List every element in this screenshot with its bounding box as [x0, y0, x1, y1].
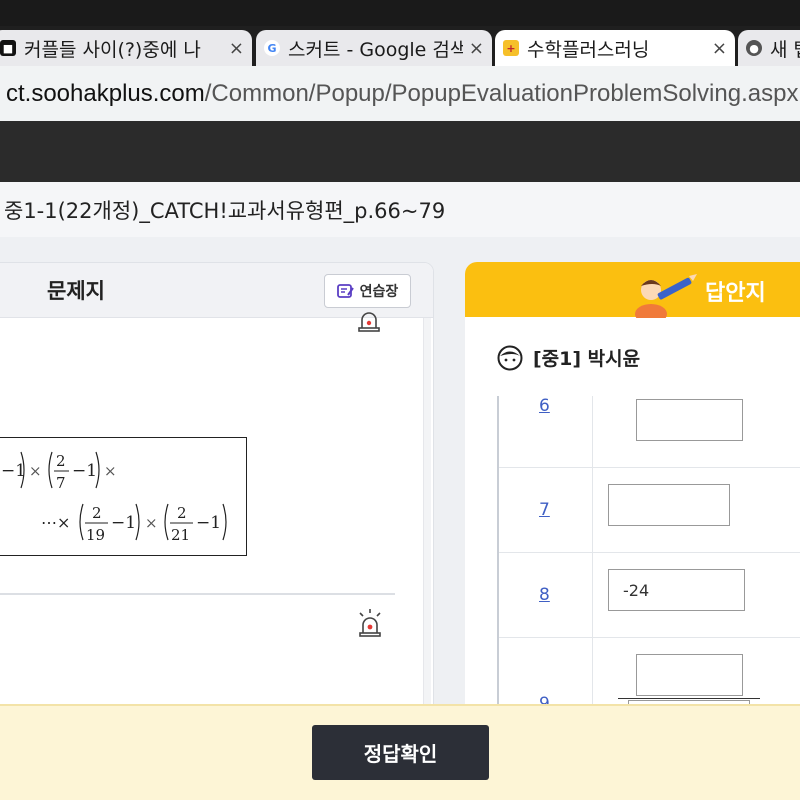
math-op: ×: [145, 514, 158, 532]
math-term: −1: [72, 461, 97, 481]
scrollbar[interactable]: [423, 318, 431, 721]
soohak-icon: +: [503, 40, 519, 56]
problem-divider: [0, 593, 395, 595]
math-frac-den: 19: [86, 526, 105, 544]
math-term: −1: [111, 513, 136, 533]
close-icon[interactable]: ×: [469, 38, 484, 59]
student-name: [중1] 박시윤: [533, 348, 641, 370]
math-expression: −1 × 2 7 −1 × ⋯× 2 19 −1 × 2 21 −1: [1, 451, 227, 544]
answer-row: 8 -24: [499, 553, 800, 638]
close-icon[interactable]: ×: [712, 38, 727, 59]
answer-number-link[interactable]: 6: [539, 396, 550, 416]
practice-button[interactable]: 연습장: [324, 274, 411, 308]
math-frac-num: 2: [56, 452, 66, 470]
math-op: ×: [104, 462, 117, 480]
row-separator: [592, 396, 593, 467]
alarm-icon[interactable]: [357, 608, 383, 638]
site-header: [0, 121, 800, 182]
window-top-strip: [0, 0, 800, 26]
math-frac-num: 2: [92, 504, 102, 522]
user-face-icon: [497, 345, 523, 370]
answer-number-link[interactable]: 7: [539, 500, 550, 520]
tab-title: 스커트 - Google 검색: [288, 38, 463, 61]
tab-title: 커플들 사이(?)중에 나: [24, 38, 201, 61]
doc-icon: ■: [0, 40, 16, 56]
math-frac-den: 7: [56, 474, 66, 492]
answer-input[interactable]: [608, 484, 730, 526]
student-pencil-icon: [635, 274, 697, 318]
tab-title: 새 탭: [770, 38, 800, 61]
answer-number-link[interactable]: 8: [539, 585, 550, 605]
google-icon: G: [264, 40, 280, 56]
answer-row: 7: [499, 468, 800, 553]
page-title-bar: 중1-1(22개정)_CATCH!교과서유형편_p.66~79: [0, 182, 800, 237]
tab-3-active[interactable]: + 수학플러스러닝 ×: [495, 30, 735, 66]
math-term: −1: [1, 461, 26, 481]
practice-button-label: 연습장: [359, 284, 399, 300]
tab-2[interactable]: G 스커트 - Google 검색 ×: [256, 30, 492, 66]
answer-panel: 답안지 [중1] 박시윤 6 7 8 -24 9: [465, 262, 800, 722]
tab-4[interactable]: ● 새 탭: [738, 30, 800, 66]
student-info: [중1] 박시윤: [497, 344, 640, 371]
answer-panel-header: 답안지: [465, 262, 800, 318]
row-separator: [592, 553, 593, 637]
url-host: ct.soohakplus.com: [6, 79, 205, 107]
alarm-icon[interactable]: [357, 306, 381, 332]
math-op: ×: [29, 462, 42, 480]
check-answer-label: 정답확인: [363, 742, 438, 766]
answer-input[interactable]: -24: [608, 569, 745, 611]
chrome-icon: ●: [746, 40, 762, 56]
page-title: 중1-1(22개정)_CATCH!교과서유형편_p.66~79: [4, 198, 446, 223]
math-frac-num: 2: [177, 504, 187, 522]
close-icon[interactable]: ×: [229, 38, 244, 59]
math-frac-den: 21: [171, 526, 190, 544]
answer-input-numerator[interactable]: [636, 654, 743, 696]
answer-row: 6: [499, 396, 800, 468]
problem-panel-title: 문제지: [47, 279, 105, 303]
math-op: ⋯×: [41, 513, 70, 532]
url-path: /Common/Popup/PopupEvaluationProblemSolv…: [204, 79, 799, 107]
address-bar[interactable]: ct.soohakplus.com/Common/Popup/PopupEval…: [0, 66, 800, 121]
notepad-icon: [336, 284, 354, 298]
fraction-bar: [618, 698, 760, 699]
answer-input[interactable]: [636, 399, 743, 441]
check-answer-button[interactable]: 정답확인: [312, 725, 489, 780]
math-expression-box: −1 × 2 7 −1 × ⋯× 2 19 −1 × 2 21 −1: [0, 437, 247, 556]
row-separator: [592, 468, 593, 552]
tab-title: 수학플러스러닝: [527, 38, 650, 61]
tab-bar: ■ 커플들 사이(?)중에 나 × G 스커트 - Google 검색 × + …: [0, 26, 800, 66]
tab-1[interactable]: ■ 커플들 사이(?)중에 나 ×: [0, 30, 252, 66]
math-term: −1: [196, 513, 221, 533]
answer-panel-title: 답안지: [705, 281, 766, 306]
